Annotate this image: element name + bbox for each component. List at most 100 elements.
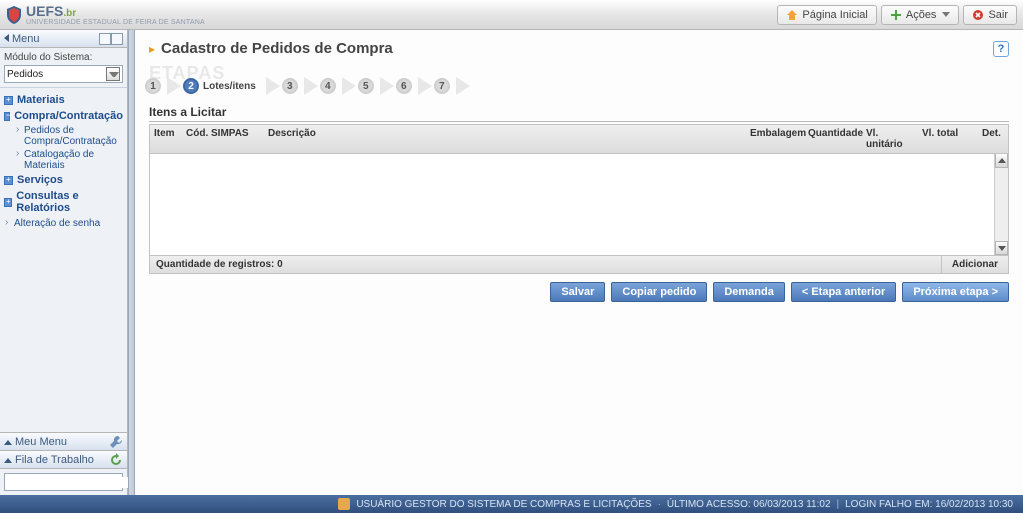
- module-selector: Módulo do Sistema: Pedidos: [0, 48, 127, 88]
- collapse-icon: [4, 112, 10, 121]
- menu-label: Menu: [12, 33, 40, 45]
- triangle-up-icon: [998, 158, 1006, 163]
- nav-servicos[interactable]: Serviços: [0, 172, 127, 188]
- step-1[interactable]: 1: [145, 78, 161, 94]
- home-label: Página Inicial: [802, 9, 867, 21]
- actions-button[interactable]: Ações: [881, 5, 960, 25]
- step-2-label: Lotes/itens: [203, 81, 256, 92]
- table-body: [150, 154, 1008, 255]
- step-arrow-icon: [304, 77, 318, 95]
- registros-count: 0: [277, 259, 283, 270]
- logout-label: Sair: [988, 9, 1008, 21]
- step-6[interactable]: 6: [396, 78, 412, 94]
- refresh-icon: [109, 453, 123, 467]
- footer-user: USUÁRIO GESTOR DO SISTEMA DE COMPRAS E L…: [356, 499, 651, 510]
- triangle-down-icon: [998, 246, 1006, 251]
- scrollbar[interactable]: [994, 154, 1008, 255]
- footer-login-falho: LOGIN FALHO EM: 16/02/2013 10:30: [845, 499, 1013, 510]
- step-arrow-icon: [266, 77, 280, 95]
- nav-consultas[interactable]: Consultas e Relatórios: [0, 188, 127, 216]
- divider: [149, 121, 1009, 122]
- step-arrow-icon: [167, 77, 181, 95]
- top-header: UEFS.br UNIVERSIDADE ESTADUAL DE FEIRA D…: [0, 0, 1023, 30]
- sidebar: Menu Módulo do Sistema: Pedidos Materiai…: [0, 30, 128, 495]
- nav-compra[interactable]: Compra/Contratação: [0, 108, 127, 124]
- sidebar-search: [0, 469, 127, 495]
- col-quantidade: Quantidade: [804, 125, 862, 153]
- step-arrow-icon: [418, 77, 432, 95]
- step-5[interactable]: 5: [358, 78, 374, 94]
- page-title: Cadastro de Pedidos de Compra: [161, 40, 393, 57]
- dropdown-icon: [106, 67, 120, 81]
- col-embalagem: Embalagem: [746, 125, 804, 153]
- header-actions: Página Inicial Ações Sair: [777, 5, 1017, 25]
- status-bar: USUÁRIO GESTOR DO SISTEMA DE COMPRAS E L…: [0, 495, 1023, 513]
- step-4[interactable]: 4: [320, 78, 336, 94]
- col-det: Det.: [978, 125, 1008, 153]
- expand-icon: [4, 176, 13, 185]
- sidebar-menu-header[interactable]: Menu: [0, 30, 127, 48]
- home-icon: [786, 9, 798, 21]
- module-label: Módulo do Sistema:: [4, 52, 123, 63]
- help-button[interactable]: ?: [993, 41, 1009, 57]
- plus-icon: [890, 9, 902, 21]
- nav-pedidos-compra[interactable]: Pedidos de Compra/Contratação: [14, 124, 127, 148]
- sub-title: Itens a Licitar: [135, 99, 1023, 121]
- demanda-button[interactable]: Demanda: [713, 282, 785, 302]
- brand-name: UEFS: [26, 3, 63, 19]
- module-select[interactable]: Pedidos: [4, 65, 123, 83]
- col-item: Item: [150, 125, 182, 153]
- chevron-down-icon: [942, 12, 950, 17]
- logo: UEFS.br UNIVERSIDADE ESTADUAL DE FEIRA D…: [6, 4, 205, 26]
- table-header: Item Cód. SIMPAS Descrição Embalagem Qua…: [150, 125, 1008, 154]
- col-vl-unitario: Vl. unitário: [862, 125, 918, 153]
- add-button[interactable]: Adicionar: [941, 256, 1008, 273]
- action-bar: Salvar Copiar pedido Demanda < Etapa ant…: [135, 274, 1023, 310]
- registros-label: Quantidade de registros:: [156, 259, 274, 270]
- items-table: Item Cód. SIMPAS Descrição Embalagem Qua…: [149, 124, 1009, 274]
- step-7[interactable]: 7: [434, 78, 450, 94]
- nav-catalogacao[interactable]: Catalogação de Materiais: [14, 148, 127, 172]
- wrench-icon: [109, 435, 123, 449]
- step-arrow-icon: [342, 77, 356, 95]
- nav-tree: Materiais Compra/Contratação Pedidos de …: [0, 88, 127, 432]
- expand-icon: [4, 96, 13, 105]
- expand-up-icon: [4, 440, 12, 445]
- view-list-icon[interactable]: [99, 33, 111, 45]
- meu-menu-header[interactable]: Meu Menu: [0, 433, 127, 451]
- steps-container: ETAPAS 1 2Lotes/itens 3 4 5 6 7: [135, 63, 1023, 99]
- scroll-down-button[interactable]: [995, 241, 1008, 255]
- actions-label: Ações: [906, 9, 937, 21]
- splitter[interactable]: [128, 30, 135, 495]
- brand-subtitle: UNIVERSIDADE ESTADUAL DE FEIRA DE SANTAN…: [26, 19, 205, 26]
- expand-icon: [4, 198, 12, 207]
- nav-materiais[interactable]: Materiais: [0, 92, 127, 108]
- salvar-button[interactable]: Salvar: [550, 282, 605, 302]
- title-arrow-icon: ▸: [149, 42, 155, 56]
- table-footer: Quantidade de registros: 0 Adicionar: [150, 255, 1008, 273]
- copiar-pedido-button[interactable]: Copiar pedido: [611, 282, 707, 302]
- nav-alteracao-senha[interactable]: Alteração de senha: [0, 216, 127, 231]
- scroll-up-button[interactable]: [995, 154, 1008, 168]
- user-icon: [338, 498, 350, 510]
- step-2[interactable]: 2Lotes/itens: [183, 78, 260, 94]
- sidebar-search-input[interactable]: [5, 477, 145, 488]
- footer-ultimo-acesso: ÚLTIMO ACESSO: 06/03/2013 11:02: [667, 499, 831, 510]
- step-arrow-icon: [380, 77, 394, 95]
- fila-trabalho-header[interactable]: Fila de Trabalho: [0, 451, 127, 469]
- step-arrow-icon: [456, 77, 470, 95]
- logout-button[interactable]: Sair: [963, 5, 1017, 25]
- col-cod-simpas: Cód. SIMPAS: [182, 125, 264, 153]
- etapa-anterior-button[interactable]: < Etapa anterior: [791, 282, 896, 302]
- brand-suffix: .br: [63, 8, 76, 19]
- module-value: Pedidos: [7, 69, 106, 80]
- expand-up-icon: [4, 458, 12, 463]
- step-3[interactable]: 3: [282, 78, 298, 94]
- col-descricao: Descrição: [264, 125, 746, 153]
- proxima-etapa-button[interactable]: Próxima etapa >: [902, 282, 1009, 302]
- main-content: ▸ Cadastro de Pedidos de Compra ? ETAPAS…: [135, 30, 1023, 495]
- close-icon: [972, 9, 984, 21]
- view-tree-icon[interactable]: [111, 33, 123, 45]
- collapse-left-icon: [4, 34, 9, 42]
- home-button[interactable]: Página Inicial: [777, 5, 876, 25]
